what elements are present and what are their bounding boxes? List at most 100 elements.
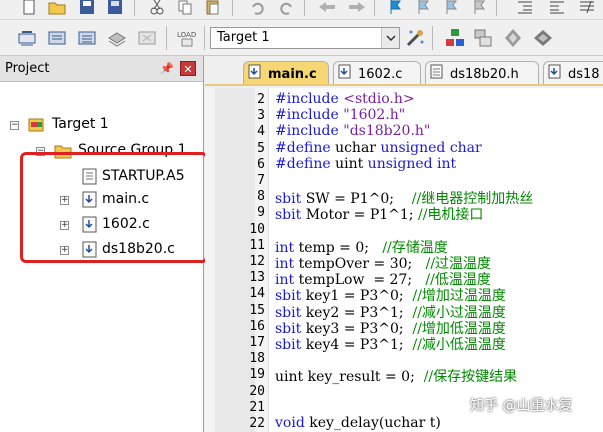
build-icon[interactable] xyxy=(46,27,68,49)
tab-label: main.c xyxy=(268,66,317,82)
line-number: 8 xyxy=(257,189,265,205)
line-number: 19 xyxy=(249,367,265,383)
code-token: "ds18b20.h" xyxy=(343,123,431,140)
code-line[interactable]: #define uchar unsigned char xyxy=(275,140,482,156)
chevron-down-icon[interactable] xyxy=(381,28,399,48)
bookmark-clear-icon[interactable] xyxy=(468,0,490,18)
code-line[interactable]: #include "1602.h" xyxy=(275,107,405,123)
undo-icon[interactable] xyxy=(246,0,268,18)
target-icon xyxy=(28,116,46,134)
pack-installer-icon[interactable] xyxy=(502,27,524,49)
tab-1602-c[interactable]: 1602.c xyxy=(333,61,421,84)
nav-forward-icon[interactable] xyxy=(346,0,368,18)
editor-tabs: main.c 1602.c ds18b20.h ds18 xyxy=(205,56,603,86)
redo-icon[interactable] xyxy=(276,0,298,18)
stop-build-icon[interactable] xyxy=(136,27,158,49)
code-token: #define xyxy=(275,139,336,156)
code-token: #include xyxy=(275,123,344,140)
code-token: uchar xyxy=(335,139,381,156)
line-number: 17 xyxy=(249,335,265,350)
new-file-icon[interactable] xyxy=(18,0,40,18)
line-number: 18 xyxy=(249,351,265,367)
translate-icon[interactable] xyxy=(16,27,38,49)
tree-item-target[interactable]: Target 1 xyxy=(52,116,109,132)
code-line[interactable]: #include "ds18b20.h" xyxy=(275,123,430,139)
save-all-icon[interactable] xyxy=(104,0,126,18)
line-number: 13 xyxy=(249,270,265,286)
code-token: #include xyxy=(275,107,344,124)
toolbar-separator xyxy=(166,26,167,50)
copy-icon[interactable] xyxy=(174,0,196,18)
code-line[interactable]: uint key_result = 0; //保存按键结果 xyxy=(275,366,517,386)
code-token: uint key_result = 0; xyxy=(275,369,424,386)
nav-back-icon[interactable] xyxy=(316,0,338,18)
code-token: "1602.h" xyxy=(343,107,406,124)
line-number: 11 xyxy=(249,237,265,253)
line-number: 12 xyxy=(249,254,265,269)
target-options-icon[interactable] xyxy=(404,27,426,49)
line-number: 6 xyxy=(257,156,265,172)
code-token: #define xyxy=(275,155,336,172)
rebuild-icon[interactable] xyxy=(76,27,98,49)
bookmark-icon[interactable] xyxy=(384,0,406,18)
code-token: sbit xyxy=(275,337,302,353)
code-token: //保存按键结果 xyxy=(423,369,518,386)
code-line[interactable]: sbit key4 = P3^1; //减小低温温度 xyxy=(275,334,506,354)
download-icon[interactable]: LOAD xyxy=(176,27,198,49)
project-panel-header: Project 📌 ✕ xyxy=(0,56,203,82)
line-number: 10 xyxy=(249,221,265,237)
code-line[interactable]: sbit Motor = P1^1; //电机接口 xyxy=(275,204,483,224)
toolbar-separator xyxy=(432,26,433,50)
comment-icon[interactable] xyxy=(576,0,598,18)
indent-icon[interactable] xyxy=(514,0,536,18)
code-token: void xyxy=(275,415,305,431)
toolbar-separator xyxy=(232,0,233,16)
tab-ds18b20-c[interactable]: ds18 xyxy=(543,61,603,84)
save-icon[interactable] xyxy=(76,0,98,18)
tab-ds18b20-h[interactable]: ds18b20.h xyxy=(425,61,539,84)
tab-label: ds18 xyxy=(568,66,600,82)
toolbar-separator xyxy=(204,26,205,50)
tab-main-c[interactable]: main.c xyxy=(243,61,329,84)
watermark: 知乎 @山重水复 xyxy=(470,398,573,414)
target-select-value: Target 1 xyxy=(217,30,270,45)
line-number: 21 xyxy=(249,399,265,415)
code-line[interactable]: void key_delay(uchar t) xyxy=(275,415,441,431)
code-token: <stdio.h> xyxy=(343,91,415,107)
highlight-annotation-box xyxy=(20,152,208,263)
select-packs-icon[interactable] xyxy=(472,27,494,49)
line-number: 5 xyxy=(257,140,265,156)
close-icon[interactable]: ✕ xyxy=(180,61,196,76)
tree-collapse-toggle[interactable]: − xyxy=(10,121,19,130)
code-token: key_delay(uchar t) xyxy=(304,415,441,431)
line-number: 15 xyxy=(249,302,265,318)
paste-icon[interactable] xyxy=(202,0,224,18)
toolbar-separator xyxy=(374,0,375,16)
bookmark-next-icon[interactable] xyxy=(440,0,462,18)
batch-build-icon[interactable] xyxy=(106,27,128,49)
pin-icon[interactable]: 📌 xyxy=(160,62,174,75)
code-line[interactable]: #define uint unsigned int xyxy=(275,156,456,172)
line-number: 9 xyxy=(257,205,265,221)
line-number: 4 xyxy=(257,124,265,140)
open-folder-icon[interactable] xyxy=(46,0,68,18)
cut-icon[interactable] xyxy=(146,0,168,18)
line-number: 16 xyxy=(249,318,265,334)
line-number: 3 xyxy=(257,108,265,124)
toolbar-file xyxy=(0,0,603,20)
target-select[interactable]: Target 1 xyxy=(210,27,400,49)
code-editor[interactable]: 2 #include <stdio.h> 3 #include "1602.h" 4 #i… xyxy=(205,88,603,432)
line-number: 7 xyxy=(257,173,265,188)
tab-label: 1602.c xyxy=(358,66,403,82)
unindent-icon[interactable] xyxy=(546,0,568,18)
h-file-icon xyxy=(430,64,444,84)
code-line[interactable]: #include <stdio.h> xyxy=(275,91,415,107)
manage-components-icon[interactable] xyxy=(444,27,466,49)
bookmark-prev-icon[interactable] xyxy=(412,0,434,18)
code-token: uint xyxy=(335,155,368,172)
svg-text:LOAD: LOAD xyxy=(177,31,196,39)
c-file-icon xyxy=(248,64,262,84)
code-token: key4 = P3^1; xyxy=(301,337,413,353)
line-number: 20 xyxy=(249,383,265,399)
pack-update-icon[interactable] xyxy=(532,27,554,49)
